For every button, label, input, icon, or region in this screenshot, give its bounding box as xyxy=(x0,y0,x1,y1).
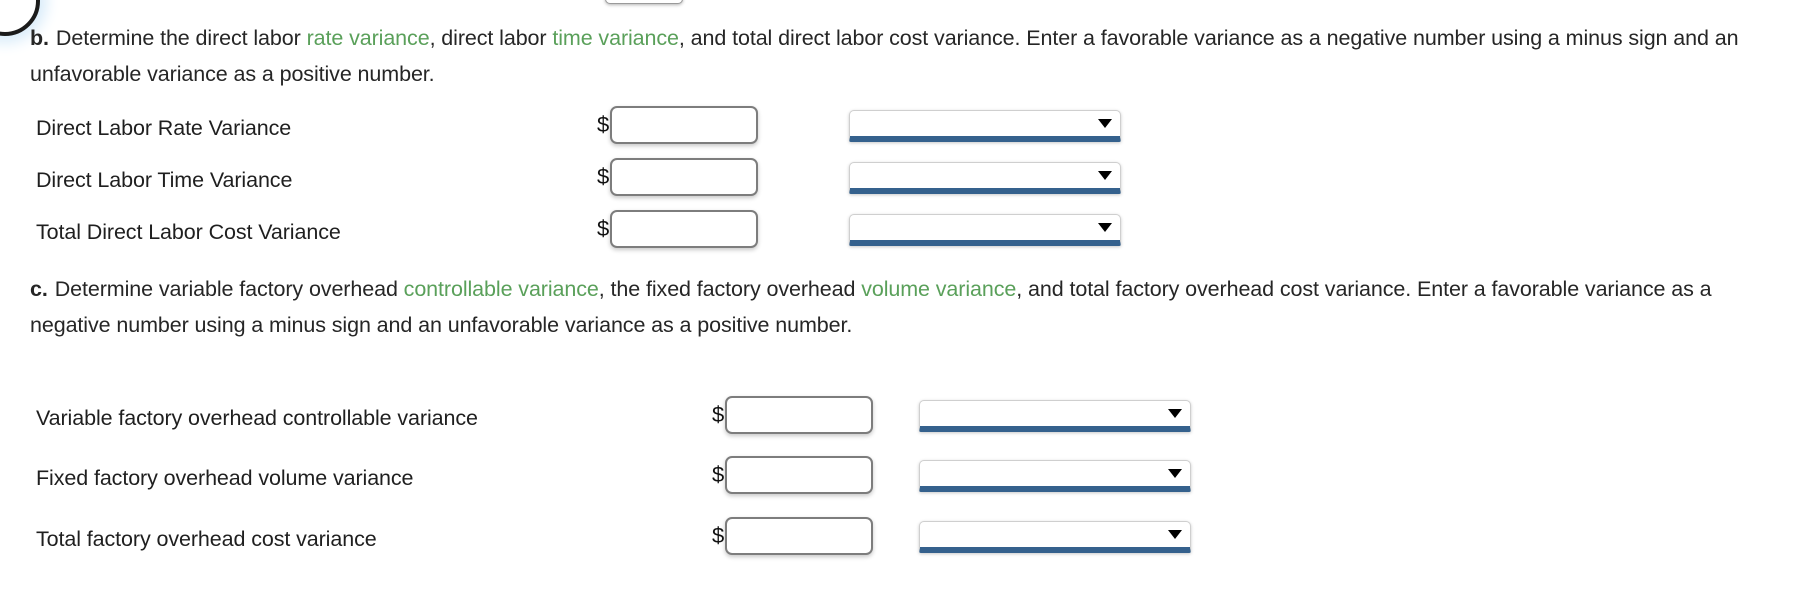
row-label: Fixed factory overhead volume variance xyxy=(36,465,414,490)
clipped-input-artifact xyxy=(605,0,683,4)
section-b-term-rate-variance: rate variance xyxy=(306,26,430,50)
select-fixed-factory-overhead-volume-variance[interactable] xyxy=(919,460,1191,492)
amount-group-total-direct-labor-cost-variance: $ xyxy=(597,210,759,248)
amount-input-total-factory-overhead-cost-variance[interactable] xyxy=(725,517,874,555)
select-variable-factory-overhead-controllable-variance[interactable] xyxy=(919,400,1191,432)
select-total-factory-overhead-cost-variance[interactable] xyxy=(919,521,1191,553)
row-label: Total Direct Labor Cost Variance xyxy=(36,219,341,244)
row-label: Total factory overhead cost variance xyxy=(36,526,377,551)
section-c-paragraph: c. Determine variable factory overhead co… xyxy=(30,271,1770,343)
amount-group-direct-labor-rate-variance: $ xyxy=(597,106,759,144)
section-c-text-0: Determine variable factory overhead xyxy=(54,277,404,301)
currency-symbol: $ xyxy=(712,523,725,548)
chevron-down-icon xyxy=(1098,118,1112,128)
amount-input-total-direct-labor-cost-variance[interactable] xyxy=(610,210,759,248)
chevron-down-icon xyxy=(1168,468,1182,478)
amount-group-total-factory-overhead-cost-variance: $ xyxy=(712,517,874,555)
currency-symbol: $ xyxy=(597,216,610,241)
currency-symbol: $ xyxy=(597,164,610,189)
amount-input-fixed-factory-overhead-volume-variance[interactable] xyxy=(725,456,874,494)
currency-symbol: $ xyxy=(712,402,725,427)
select-direct-labor-rate-variance[interactable] xyxy=(849,110,1121,142)
section-b-marker: b. xyxy=(30,26,49,50)
section-c-term-volume-variance: volume variance xyxy=(861,277,1017,301)
section-c-term-controllable-variance: controllable variance xyxy=(403,277,599,301)
row-fixed-factory-overhead-volume-variance: Fixed factory overhead volume variance xyxy=(36,458,414,498)
row-total-direct-labor-cost-variance: Total Direct Labor Cost Variance xyxy=(36,212,341,252)
currency-symbol: $ xyxy=(597,112,610,137)
amount-input-variable-factory-overhead-controllable-variance[interactable] xyxy=(725,396,874,434)
row-label: Variable factory overhead controllable v… xyxy=(36,405,478,430)
row-label: Direct Labor Rate Variance xyxy=(36,115,292,140)
section-b-text-2: , direct labor xyxy=(429,26,553,50)
section-b-text-0: Determine the direct labor xyxy=(55,26,307,50)
row-direct-labor-rate-variance: Direct Labor Rate Variance xyxy=(36,108,291,148)
section-c-text-2: , the fixed factory overhead xyxy=(598,277,862,301)
chevron-down-icon xyxy=(1168,529,1182,539)
amount-group-direct-labor-time-variance: $ xyxy=(597,158,759,196)
amount-input-direct-labor-rate-variance[interactable] xyxy=(610,106,759,144)
select-direct-labor-time-variance[interactable] xyxy=(849,162,1121,194)
row-direct-labor-time-variance: Direct Labor Time Variance xyxy=(36,160,292,200)
row-total-factory-overhead-cost-variance: Total factory overhead cost variance xyxy=(36,519,377,559)
currency-symbol: $ xyxy=(712,462,725,487)
amount-group-variable-factory-overhead-controllable-variance: $ xyxy=(712,396,874,434)
select-total-direct-labor-cost-variance[interactable] xyxy=(849,214,1121,246)
section-b-paragraph: b. Determine the direct labor rate varian… xyxy=(30,20,1770,92)
worksheet-page: b. Determine the direct labor rate varian… xyxy=(0,0,1796,606)
amount-group-fixed-factory-overhead-volume-variance: $ xyxy=(712,456,874,494)
row-variable-factory-overhead-controllable-variance: Variable factory overhead controllable v… xyxy=(36,398,478,438)
section-c-marker: c. xyxy=(30,277,48,301)
section-b-term-time-variance: time variance xyxy=(552,26,679,50)
chevron-down-icon xyxy=(1098,170,1112,180)
row-label: Direct Labor Time Variance xyxy=(36,167,293,192)
chevron-down-icon xyxy=(1098,222,1112,232)
amount-input-direct-labor-time-variance[interactable] xyxy=(610,158,759,196)
chevron-down-icon xyxy=(1168,408,1182,418)
